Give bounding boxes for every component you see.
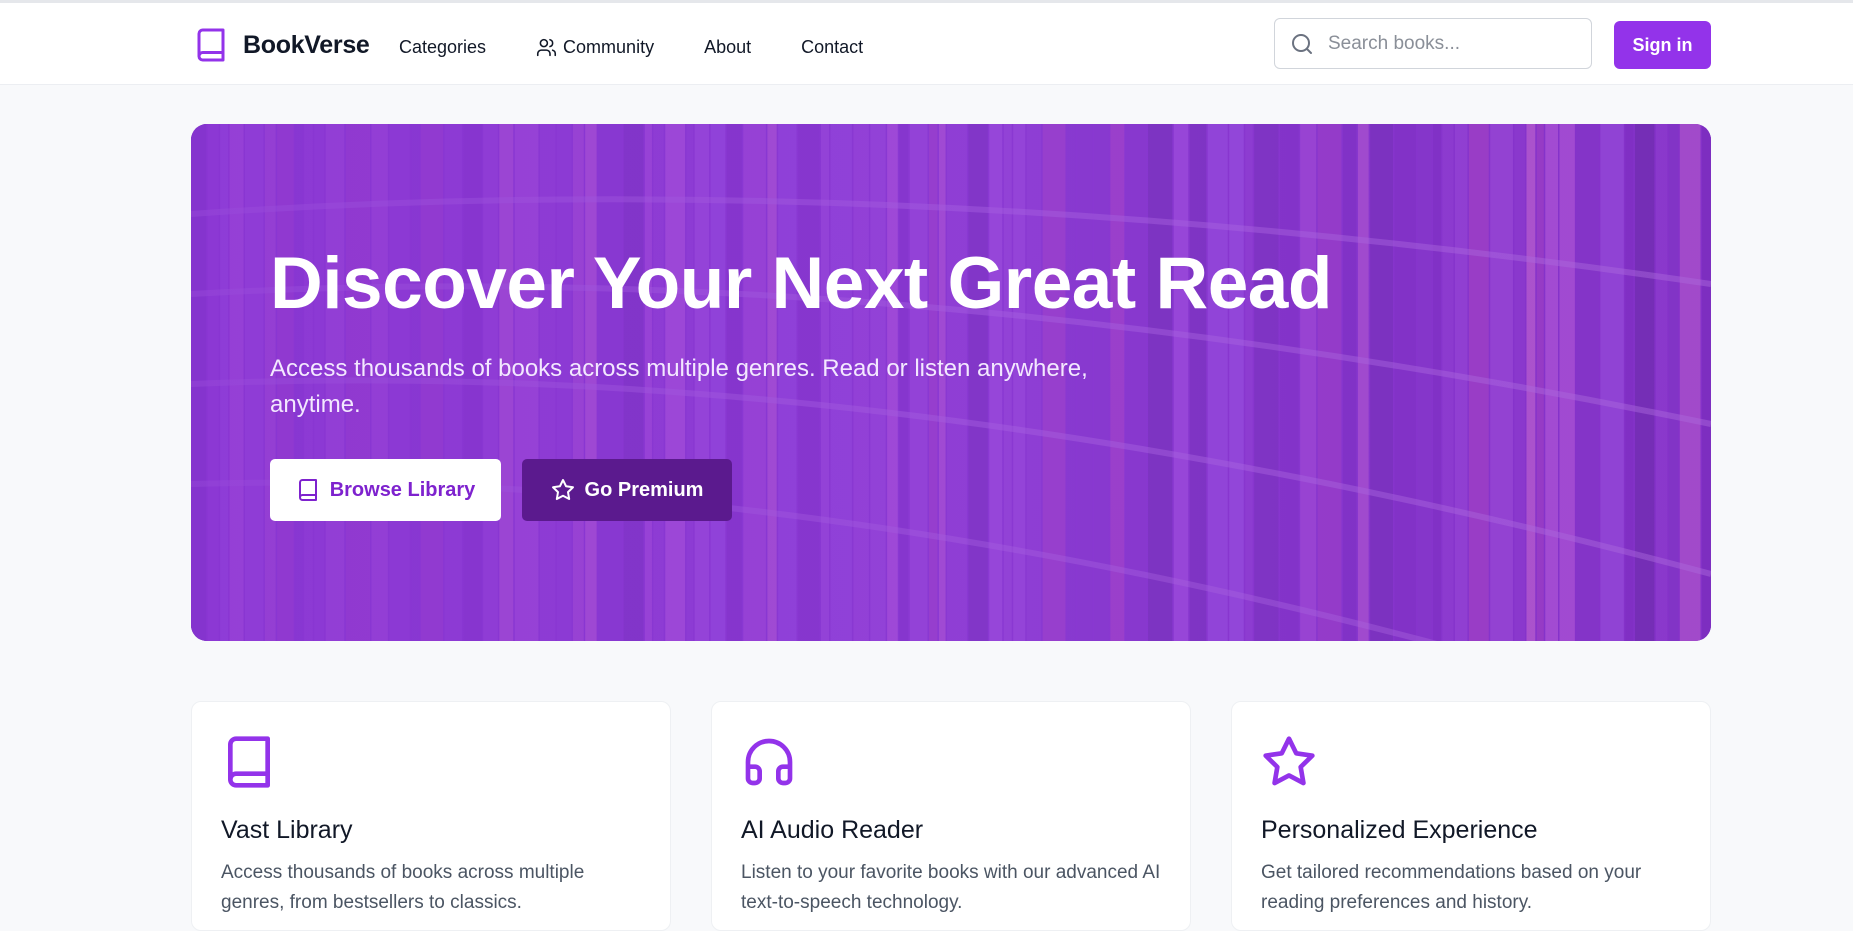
nav-link-contact[interactable]: Contact [801, 37, 863, 58]
browse-library-button[interactable]: Browse Library [270, 459, 501, 521]
feature-card-personalized: Personalized Experience Get tailored rec… [1231, 701, 1711, 931]
top-navbar: BookVerse Categories Community About Con… [0, 3, 1853, 85]
nav-link-community[interactable]: Community [536, 37, 654, 58]
star-icon [1261, 734, 1317, 790]
headphones-icon [741, 734, 797, 790]
nav-links: Categories Community About Contact [399, 37, 913, 58]
feature-description: Access thousands of books across multipl… [221, 862, 585, 913]
feature-title: Vast Library [221, 816, 353, 844]
browse-library-label: Browse Library [329, 478, 476, 501]
sign-in-button[interactable]: Sign in [1614, 21, 1711, 69]
feature-title: Personalized Experience [1261, 816, 1538, 844]
feature-description: Listen to your favorite books with our a… [741, 862, 1161, 913]
feature-card-library: Vast Library Access thousands of books a… [191, 701, 671, 931]
hero-title: Discover Your Next Great Read [270, 243, 1333, 324]
users-icon [537, 38, 557, 57]
search-input[interactable] [1326, 31, 1580, 56]
book-logo-icon [197, 28, 225, 62]
nav-link-label: Categories [399, 37, 487, 57]
nav-link-label: About [704, 37, 752, 57]
go-premium-label: Go Premium [584, 478, 704, 501]
book-icon [298, 479, 317, 501]
star-icon [551, 479, 574, 501]
go-premium-button[interactable]: Go Premium [522, 459, 732, 521]
feature-title: AI Audio Reader [741, 816, 924, 844]
feature-card-audio: AI Audio Reader Listen to your favorite … [711, 701, 1191, 931]
hero-subtitle: Access thousands of books across multipl… [270, 355, 1088, 418]
book-icon [221, 734, 277, 790]
brand-logo[interactable]: BookVerse [193, 25, 370, 65]
nav-link-label: Contact [801, 37, 864, 57]
nav-link-categories[interactable]: Categories [399, 37, 486, 58]
feature-description: Get tailored recommendations based on yo… [1261, 862, 1642, 913]
search-icon [1292, 33, 1312, 54]
nav-link-about[interactable]: About [704, 37, 751, 58]
brand-name: BookVerse [243, 30, 370, 59]
hero-banner: Discover Your Next Great Read Access tho… [191, 124, 1711, 641]
search-box[interactable] [1274, 18, 1592, 69]
nav-link-label: Community [563, 37, 655, 57]
